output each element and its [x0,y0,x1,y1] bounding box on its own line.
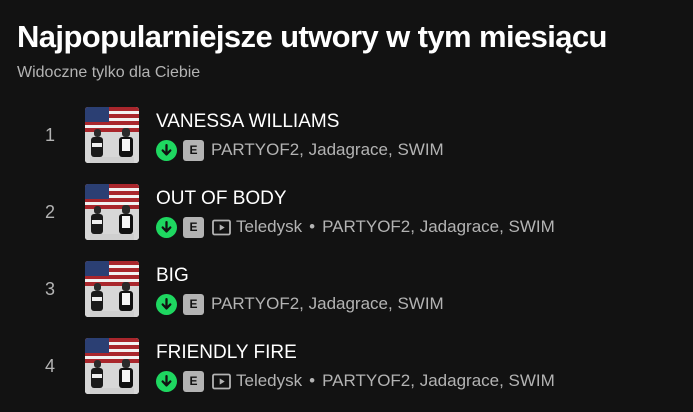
album-cover [85,184,139,240]
track-index: 3 [44,279,55,299]
section-subtitle: Widoczne tylko dla Ciebie [17,64,201,81]
track-index: 2 [44,202,55,222]
top-tracks-section: Najpopularniejsze utwory w tym miesiącu … [0,0,693,412]
downloaded-icon [156,293,177,315]
downloaded-icon [156,139,177,161]
track-title[interactable]: OUT OF BODY [156,187,287,211]
section-title[interactable]: Najpopularniejsze utwory w tym miesiącu [17,16,607,58]
explicit-badge: E [183,139,204,161]
track-row[interactable]: 2 OUT OF BODY E Teledysk • PARTYOF2, Jad… [0,177,693,249]
track-meta: E PARTYOF2, Jadagrace, SWIM [156,292,444,316]
explicit-badge: E [183,216,204,238]
track-artists[interactable]: PARTYOF2, Jadagrace, SWIM [322,371,555,391]
video-play-icon [212,373,231,389]
album-cover [85,107,139,163]
track-row[interactable]: 4 FRIENDLY FIRE E Teledysk • PARTYOF2, J… [0,331,693,403]
track-row[interactable]: 1 VANESSA WILLIAMS E PARTYOF2, Jadagrace… [0,100,693,172]
downloaded-icon [156,370,177,392]
track-title[interactable]: BIG [156,264,189,288]
album-cover-art [85,261,139,317]
video-play-icon [212,219,231,235]
track-meta: E PARTYOF2, Jadagrace, SWIM [156,138,444,162]
album-cover [85,338,139,394]
track-title[interactable]: FRIENDLY FIRE [156,341,297,365]
video-label[interactable]: Teledysk [236,217,302,237]
album-cover-art [85,338,139,394]
album-cover-art [85,184,139,240]
explicit-badge: E [183,293,204,315]
download-arrow-icon [161,374,172,387]
separator-dot: • [309,217,316,236]
track-title[interactable]: VANESSA WILLIAMS [156,110,339,134]
track-meta: E Teledysk • PARTYOF2, Jadagrace, SWIM [156,369,555,393]
video-icon [211,217,232,238]
album-cover [85,261,139,317]
track-index: 4 [44,356,55,376]
download-arrow-icon [161,143,172,156]
separator-dot: • [309,371,316,390]
track-index: 1 [44,125,55,145]
album-cover-art [85,107,139,163]
download-arrow-icon [161,220,172,233]
track-meta: E Teledysk • PARTYOF2, Jadagrace, SWIM [156,215,555,239]
explicit-badge: E [183,370,204,392]
downloaded-icon [156,216,177,238]
track-artists[interactable]: PARTYOF2, Jadagrace, SWIM [322,217,555,237]
video-label[interactable]: Teledysk [236,371,302,391]
track-artists[interactable]: PARTYOF2, Jadagrace, SWIM [211,294,444,314]
track-artists[interactable]: PARTYOF2, Jadagrace, SWIM [211,140,444,160]
download-arrow-icon [161,297,172,310]
video-icon [211,371,232,392]
track-row[interactable]: 3 BIG E PARTYOF2, Jadagrace, SWIM [0,254,693,326]
